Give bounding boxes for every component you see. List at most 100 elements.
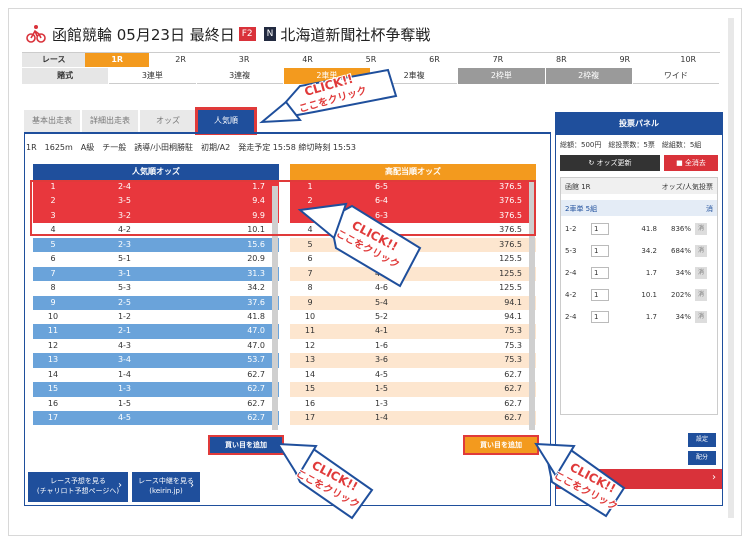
race-live-button[interactable]: レース中継を見る (keirin.jp) › [132,472,200,502]
popular-rank: 11 [47,326,59,336]
high-row[interactable]: 6 5-6 125.5 [290,252,536,267]
bet-delete-button[interactable]: 消 [695,311,707,323]
add-high-bets-button[interactable]: 買い目を追加 [463,435,539,455]
high-row[interactable]: 12 1-6 75.3 [290,338,536,354]
grade-badge: F2 [238,27,256,41]
split-button[interactable]: 配分 [688,451,716,465]
popular-rank: 12 [47,340,59,350]
bet-type-4[interactable]: 2枠単 [458,68,546,84]
popular-row[interactable]: 11 2-1 47.0 [33,324,279,339]
popular-odds: 31.3 [247,268,265,278]
high-row[interactable]: 17 1-4 62.7 [290,411,536,426]
bet-kind-delete[interactable]: 消 [706,204,713,213]
high-row[interactable]: 8 4-6 125.5 [290,281,536,296]
tab-3[interactable]: 人気順 [195,107,257,135]
high-odds: 62.7 [504,369,522,379]
popular-row[interactable]: 5 2-3 15.6 [33,237,279,253]
bet-delete-button[interactable]: 消 [695,245,707,257]
high-row[interactable]: 14 4-5 62.7 [290,367,536,383]
popular-combo: 2-5 [117,297,132,307]
high-row[interactable]: 10 5-2 94.1 [290,309,536,325]
popular-rank: 16 [47,398,59,408]
view-tabs: 基本出走表 詳細出走表 オッズ 人気順 [24,107,504,135]
bet-quantity-input[interactable]: 1 [591,311,609,323]
delete-all-button[interactable]: ■ 全消去 [664,155,718,171]
bet-return: 34% [675,313,691,321]
popular-odds: 37.6 [247,297,265,307]
high-combo: 4-5 [374,369,389,379]
bet-type-3[interactable]: 2車複 [371,68,459,84]
race-10r[interactable]: 10R [657,53,720,67]
race-3r[interactable]: 3R [212,53,275,67]
high-row[interactable]: 16 1-3 62.7 [290,396,536,411]
bet-sort-label[interactable]: オッズ/人気投票 [662,182,713,191]
popular-combo: 1-2 [117,311,132,321]
high-row[interactable]: 13 3-6 75.3 [290,353,536,368]
high-combo: 1-6 [374,340,389,350]
tab-1[interactable]: 詳細出走表 [82,110,138,132]
popular-odds: 47.0 [247,326,265,336]
popular-row[interactable]: 12 4-3 47.0 [33,338,279,354]
popular-row[interactable]: 13 3-4 53.7 [33,353,279,368]
high-odds: 125.5 [499,268,522,278]
popular-odds: 62.7 [247,413,265,422]
popular-row[interactable]: 10 1-2 41.8 [33,309,279,325]
page-title: 函館競輪 05月23日 最終日 F2 N 北海道新聞社杯争奪戦 [26,22,430,46]
popular-row[interactable]: 7 3-1 31.3 [33,266,279,282]
bet-type-5[interactable]: 2枠複 [545,68,633,84]
high-row[interactable]: 11 4-1 75.3 [290,324,536,339]
bet-delete-button[interactable]: 消 [695,289,707,301]
popular-row[interactable]: 8 5-3 34.2 [33,281,279,296]
race-2r[interactable]: 2R [149,53,212,67]
race-4r[interactable]: 4R [276,53,339,67]
chevron-right-icon: › [118,480,122,491]
trash-icon: ■ [676,159,685,167]
bet-type-6[interactable]: ワイド [633,68,720,84]
bet-list: 函館 1R オッズ/人気投票 2車単 5組 消 1-2 1 41.8 836% 消 5-3… [560,177,718,415]
popular-combo: 2-1 [117,326,132,336]
page-scrollbar[interactable] [728,18,734,518]
bet-combo: 1-2 [565,225,577,233]
set-button[interactable]: 設定 [688,433,716,447]
race-1r[interactable]: 1R [85,53,149,67]
race-9r[interactable]: 9R [593,53,656,67]
race-6r[interactable]: 6R [403,53,466,67]
race-8r[interactable]: 8R [530,53,593,67]
popular-row[interactable]: 9 2-5 37.6 [33,295,279,310]
popular-rank: 7 [50,268,56,278]
bet-quantity-input[interactable]: 1 [591,289,609,301]
high-row[interactable]: 15 1-5 62.7 [290,382,536,397]
race-7r[interactable]: 7R [466,53,529,67]
high-row[interactable]: 9 5-4 94.1 [290,295,536,310]
popular-row[interactable]: 14 1-4 62.7 [33,367,279,383]
delete-all-label: 全消去 [684,159,706,167]
popular-row[interactable]: 6 5-1 20.9 [33,252,279,267]
bet-delete-button[interactable]: 消 [695,223,707,235]
bet-type-0[interactable]: 3連単 [109,68,197,84]
popular-combo: 4-3 [117,340,132,350]
high-rank: 13 [304,355,316,365]
high-row[interactable]: 5 6-1 376.5 [290,237,536,253]
bet-quantity-input[interactable]: 1 [591,223,609,235]
tab-2[interactable]: オッズ [140,110,196,132]
popular-row[interactable]: 17 4-5 62.7 [33,411,279,426]
tab-0[interactable]: 基本出走表 [24,110,80,132]
popular-odds: 41.8 [247,311,265,321]
bet-quantity-input[interactable]: 1 [591,245,609,257]
popular-row[interactable]: 16 1-5 62.7 [33,396,279,411]
race-5r[interactable]: 5R [339,53,402,67]
popular-table-title: 人気順オッズ [33,164,279,180]
bet-odds: 1.7 [645,313,657,321]
add-popular-bets-button[interactable]: 買い目を追加 [208,435,284,455]
bet-delete-button[interactable]: 消 [695,267,707,279]
bet-quantity-input[interactable]: 1 [591,267,609,279]
race-prediction-button[interactable]: レース予想を見る (チャリロト予想ページへ) › [28,472,128,502]
popular-combo: 5-3 [117,283,132,293]
night-badge: N [263,27,277,41]
odds-update-button[interactable]: ↻ オッズ更新 [560,155,660,171]
high-rank: 16 [304,398,316,408]
popular-row[interactable]: 15 1-3 62.7 [33,382,279,397]
bet-type-1[interactable]: 3連複 [197,68,284,84]
high-row[interactable]: 7 4-6 125.5 [290,266,536,282]
popular-rank: 14 [47,369,59,379]
